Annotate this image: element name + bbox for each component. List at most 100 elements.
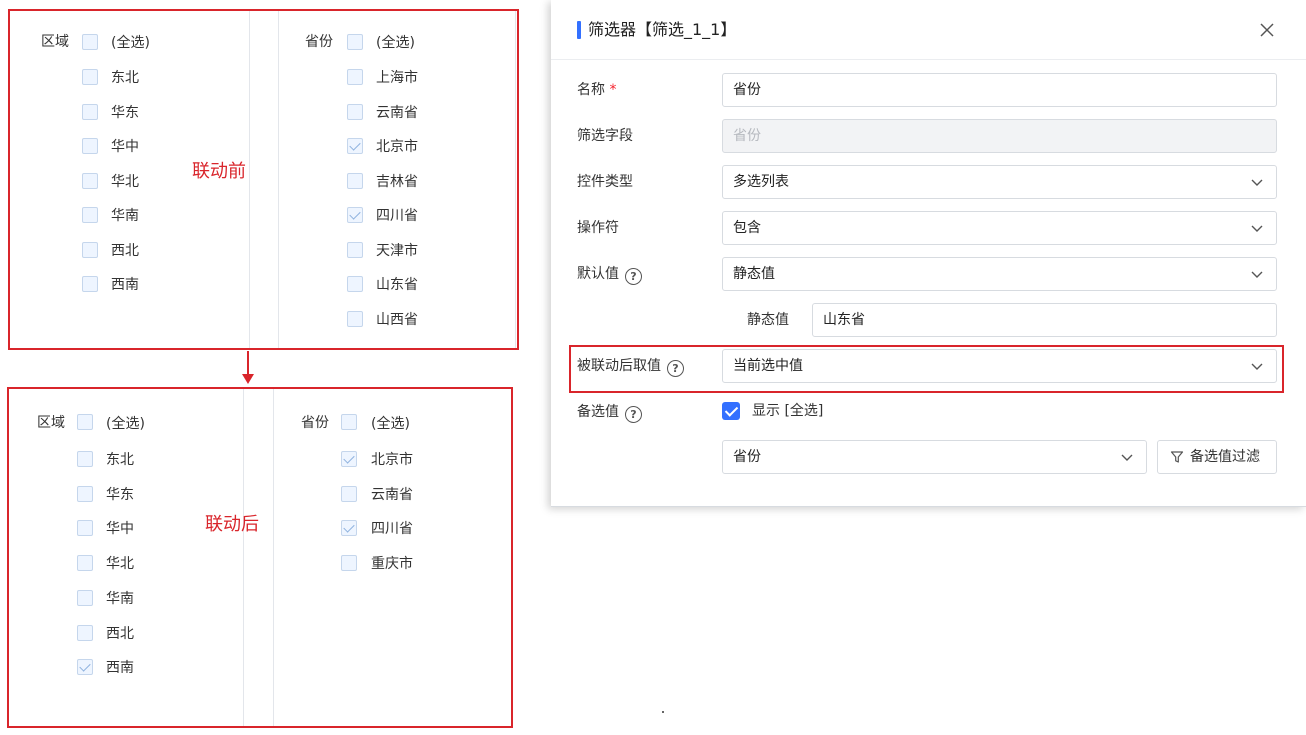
list-item-label: 西南 xyxy=(106,660,134,677)
checkbox[interactable] xyxy=(341,555,357,572)
column-divider xyxy=(278,11,279,348)
list-item-label: 西北 xyxy=(106,625,134,642)
list-item-label: 吉林省 xyxy=(376,173,418,190)
checkbox[interactable] xyxy=(77,485,93,502)
options-label: 备选值? xyxy=(577,402,642,423)
checkbox[interactable] xyxy=(82,103,98,120)
list-item-label: 华北 xyxy=(106,556,134,573)
list-item-label: 东北 xyxy=(106,452,134,468)
checkbox[interactable] xyxy=(82,241,98,258)
dialog-title: 筛选器【筛选_1_1】 xyxy=(588,20,737,39)
checkbox[interactable] xyxy=(347,103,363,120)
title-divider xyxy=(551,59,1306,60)
column-divider xyxy=(249,11,250,348)
list-item-label: 华北 xyxy=(111,173,139,190)
checkbox[interactable] xyxy=(82,276,98,292)
checkbox[interactable] xyxy=(82,69,98,85)
default-value-select[interactable]: 静态值 xyxy=(722,257,1277,291)
checkbox[interactable] xyxy=(82,138,98,154)
show-all-label: 显示 [全选] xyxy=(752,403,824,419)
list-item-label: 四川省 xyxy=(371,521,413,538)
checkbox[interactable] xyxy=(347,310,363,327)
funnel-icon xyxy=(1170,451,1184,463)
list-item-label: 西南 xyxy=(111,277,139,293)
list-item-label: 北京市 xyxy=(371,452,413,468)
filter-field-label: 筛选字段 xyxy=(577,128,633,144)
list-item-label: 山东省 xyxy=(376,277,418,293)
region-select-all-label: (全选) xyxy=(111,35,150,51)
province-select-all-label: (全选) xyxy=(371,416,410,432)
list-item-label: 云南省 xyxy=(376,104,418,121)
options-field-select[interactable]: 省份 xyxy=(722,440,1147,474)
help-icon[interactable]: ? xyxy=(625,406,642,423)
checkbox[interactable] xyxy=(77,520,93,537)
checkbox[interactable] xyxy=(77,624,93,641)
checkbox[interactable] xyxy=(347,207,363,223)
list-item-label: 华南 xyxy=(111,208,139,224)
checkbox[interactable] xyxy=(77,659,93,676)
list-item-label: 山西省 xyxy=(376,311,418,328)
arrow-down-icon xyxy=(242,374,254,384)
checkbox[interactable] xyxy=(347,69,363,85)
column-divider xyxy=(515,11,516,348)
after-note: 联动后 xyxy=(205,514,259,535)
name-input[interactable]: 省份 xyxy=(722,73,1277,107)
list-item-label: 重庆市 xyxy=(371,556,413,573)
show-all-checkbox[interactable] xyxy=(722,402,740,420)
list-item-label: 华南 xyxy=(106,590,134,607)
checkbox[interactable] xyxy=(77,555,93,572)
list-item-label: 华中 xyxy=(106,521,134,538)
required-mark: * xyxy=(609,82,617,98)
list-item-label: 北京市 xyxy=(376,139,418,155)
list-item-label: 华中 xyxy=(111,139,139,155)
column-divider xyxy=(243,389,244,726)
list-item-label: 华东 xyxy=(111,104,139,121)
before-linkage-panel: 区域 (全选) 东北 华东 华中 华北 华南 西北 西南 省份 (全选) 上海市 云南省 北京市… xyxy=(8,9,519,350)
list-item-label: 华东 xyxy=(106,486,134,503)
linked-value-highlight xyxy=(569,345,1284,393)
column-divider xyxy=(273,389,274,726)
checkbox[interactable] xyxy=(341,520,357,537)
province-header: 省份 xyxy=(301,415,329,431)
static-value-input[interactable]: 山东省 xyxy=(812,303,1277,337)
checkbox[interactable] xyxy=(341,485,357,502)
checkbox[interactable] xyxy=(341,451,357,467)
province-select-all-checkbox[interactable] xyxy=(347,34,363,50)
chevron-down-icon xyxy=(1251,271,1263,278)
filter-dialog: 筛选器【筛选_1_1】 名称 * 省份 筛选字段 省份 控件类型 多选列表 操作… xyxy=(551,0,1306,507)
chevron-down-icon xyxy=(1121,454,1133,461)
checkbox[interactable] xyxy=(82,172,98,189)
name-label: 名称 * xyxy=(577,82,617,98)
control-type-select[interactable]: 多选列表 xyxy=(722,165,1277,199)
options-filter-button[interactable]: 备选值过滤 xyxy=(1157,440,1277,474)
checkbox[interactable] xyxy=(77,589,93,606)
help-icon[interactable]: ? xyxy=(625,268,642,285)
chevron-down-icon xyxy=(1251,179,1263,186)
checkbox[interactable] xyxy=(347,276,363,292)
list-item-label: 东北 xyxy=(111,70,139,86)
checkbox[interactable] xyxy=(347,241,363,258)
province-select-all-checkbox[interactable] xyxy=(341,414,357,430)
province-header: 省份 xyxy=(305,34,333,50)
region-select-all-checkbox[interactable] xyxy=(82,34,98,50)
list-item-label: 四川省 xyxy=(376,208,418,224)
default-value-label: 默认值? xyxy=(577,264,642,285)
region-select-all-label: (全选) xyxy=(106,416,145,432)
region-select-all-checkbox[interactable] xyxy=(77,414,93,430)
options-filter-label: 备选值过滤 xyxy=(1190,449,1260,465)
stray-dot xyxy=(662,711,664,713)
checkbox[interactable] xyxy=(82,207,98,223)
after-linkage-panel: 区域 (全选) 东北 华东 华中 华北 华南 西北 西南 省份 (全选) 北京市 云南省 四川省… xyxy=(7,387,513,728)
operator-select[interactable]: 包含 xyxy=(722,211,1277,245)
checkbox[interactable] xyxy=(347,138,363,154)
checkbox[interactable] xyxy=(77,451,93,467)
chevron-down-icon xyxy=(1251,225,1263,232)
operator-label: 操作符 xyxy=(577,220,619,236)
list-item-label: 天津市 xyxy=(376,242,418,259)
province-select-all-label: (全选) xyxy=(376,35,415,51)
title-accent-bar xyxy=(577,21,581,39)
checkbox[interactable] xyxy=(347,172,363,189)
close-icon[interactable] xyxy=(1257,20,1277,40)
region-header: 区域 xyxy=(37,415,65,431)
list-item-label: 西北 xyxy=(111,242,139,259)
